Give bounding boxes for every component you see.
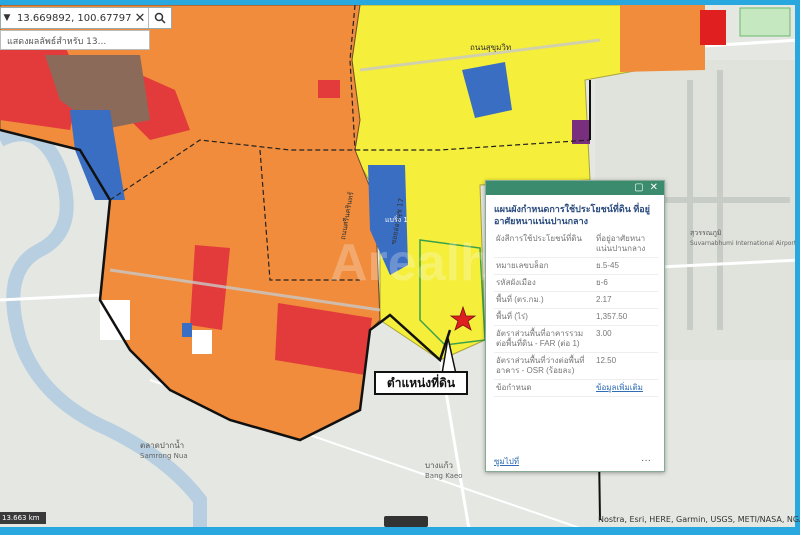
popup-attribute-table: ผังสีการใช้ประโยชน์ที่ดิน ที่อยู่อาศัยหนา… (494, 231, 658, 397)
table-row: หมายเลขบล็อก ย.5-45 (494, 257, 658, 275)
close-icon[interactable]: ✕ (132, 11, 148, 26)
scale-readout: 13.663 km (0, 512, 46, 524)
place-label: สุวรรณภูมิ (690, 229, 721, 237)
popup-title: แผนผังกำหนดการใช้ประโยชน์ที่ดิน ที่อยู่อ… (494, 204, 650, 226)
search-button[interactable] (148, 8, 171, 28)
window-restore-icon[interactable]: ▢ (634, 183, 643, 193)
place-label-sub: Suvarnabhumi International Airport (690, 240, 797, 247)
zone-commercial-ne (700, 10, 726, 45)
table-row: อัตราส่วนพื้นที่ว่างต่อพื้นที่อาคาร - OS… (494, 352, 658, 380)
attr-label: อัตราส่วนพื้นที่อาคารรวมต่อพื้นที่ดิน - … (494, 325, 594, 353)
attr-label: อัตราส่วนพื้นที่ว่างต่อพื้นที่อาคาร - OS… (494, 352, 594, 380)
zone-medium-density-ne (620, 5, 705, 72)
attr-value: ที่อยู่อาศัยหนาแน่นปานกลาง (594, 231, 658, 258)
road-label: ถนนสุขุมวิท (470, 43, 511, 52)
attr-label: พื้นที่ (ตร.กม.) (494, 291, 594, 309)
table-row: รหัสผังเมือง ย-6 (494, 274, 658, 292)
zone-green-ne (739, 7, 791, 37)
caret-down-icon[interactable]: ▼ (1, 13, 13, 23)
zone-government-small (182, 323, 192, 337)
search-icon (154, 12, 166, 24)
close-icon[interactable]: ✕ (650, 183, 658, 193)
table-row: อัตราส่วนพื้นที่อาคารรวมต่อพื้นที่ดิน - … (494, 325, 658, 353)
zoom-gauge[interactable] (384, 516, 428, 527)
attr-value: ย-6 (594, 274, 658, 292)
search-input[interactable]: 13.669892, 100.677978 ... (13, 13, 132, 24)
attr-value: 3.00 (594, 325, 658, 353)
popup-header: ▢ ✕ (486, 181, 664, 195)
more-info-link[interactable]: ข้อมูลเพิ่มเติม (594, 379, 658, 397)
attr-label: พื้นที่ (ไร่) (494, 308, 594, 326)
table-row: ข้อกำหนด ข้อมูลเพิ่มเติม (494, 379, 658, 397)
table-row: พื้นที่ (ตร.กม.) 2.17 (494, 291, 658, 309)
land-location-label: ตำแหน่งที่ดิน (374, 371, 468, 395)
attr-label: ข้อกำหนด (494, 379, 594, 397)
attr-label: หมายเลขบล็อก (494, 257, 594, 275)
feature-popup: ▢ ✕ แผนผังกำหนดการใช้ประโยชน์ที่ดิน ที่อ… (485, 180, 665, 472)
attr-value: 2.17 (594, 291, 658, 309)
table-row: พื้นที่ (ไร่) 1,357.50 (494, 308, 658, 326)
place-label-sub: Samrong Nua (140, 452, 188, 460)
table-row: ผังสีการใช้ประโยชน์ที่ดิน ที่อยู่อาศัยหนา… (494, 231, 658, 258)
zone-commercial-small (318, 80, 340, 98)
ellipsis-icon[interactable]: ··· (641, 455, 651, 466)
place-label-sub: Bang Kaeo (425, 472, 463, 480)
attr-label: ผังสีการใช้ประโยชน์ที่ดิน (494, 231, 594, 258)
zone-blank (192, 330, 212, 354)
attr-value: 1,357.50 (594, 308, 658, 326)
map-attribution: Nostra, Esri, HERE, Garmin, USGS, METI/N… (598, 515, 800, 524)
frame-top (0, 0, 800, 5)
search-suggestion[interactable]: แสดงผลลัพธ์สำหรับ 13... (0, 30, 150, 50)
zoom-to-link[interactable]: ซูมไปที่ (494, 455, 519, 468)
attr-value: 12.50 (594, 352, 658, 380)
place-label: บางแก้ว (425, 461, 453, 470)
road-label: แบริ่ง 1 (385, 215, 408, 224)
search-bar[interactable]: ▼ 13.669892, 100.677978 ... ✕ (0, 7, 172, 29)
place-label: ตลาดปากน้ำ (140, 439, 184, 450)
frame-bottom (0, 527, 800, 535)
attr-value: ย.5-45 (594, 257, 658, 275)
map-canvas[interactable]: ถนนสุขุมวิท ถนนศรีนครินทร์ ซอยอ่อนนุช 17… (0, 0, 800, 535)
frame-right (795, 0, 800, 535)
attr-label: รหัสผังเมือง (494, 274, 594, 292)
